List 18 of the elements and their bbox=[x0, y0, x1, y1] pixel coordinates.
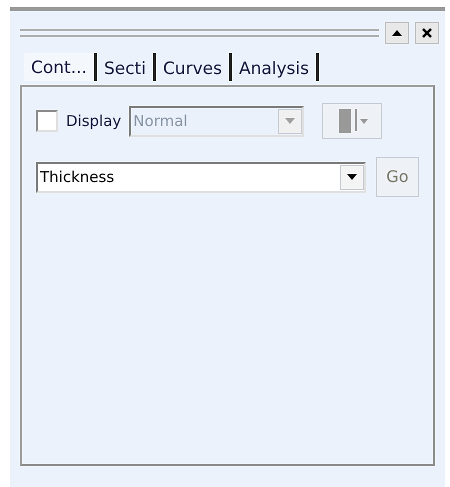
tab[interactable]: Analysis bbox=[232, 53, 319, 81]
dropdown-value: Normal bbox=[132, 110, 189, 132]
gripper-bar[interactable] bbox=[20, 29, 379, 37]
page-numbering-button[interactable] bbox=[322, 103, 382, 139]
display-checkbox[interactable] bbox=[36, 110, 58, 132]
display-label: Display bbox=[66, 110, 122, 132]
collapse-button[interactable] bbox=[385, 22, 409, 44]
page-numbering-icon bbox=[339, 109, 358, 133]
close-icon bbox=[422, 28, 432, 38]
tab[interactable]: Cont... bbox=[24, 53, 97, 81]
close-button[interactable] bbox=[415, 22, 439, 44]
tab[interactable]: Curves bbox=[156, 53, 232, 81]
triangle-up-icon bbox=[392, 30, 402, 36]
tab[interactable]: Secti bbox=[96, 53, 156, 81]
dropdown-value: Thickness bbox=[39, 166, 116, 188]
go-button[interactable]: Go bbox=[376, 157, 419, 197]
caret-icon bbox=[360, 118, 368, 124]
dropdown-field[interactable]: Thickness bbox=[36, 162, 366, 192]
